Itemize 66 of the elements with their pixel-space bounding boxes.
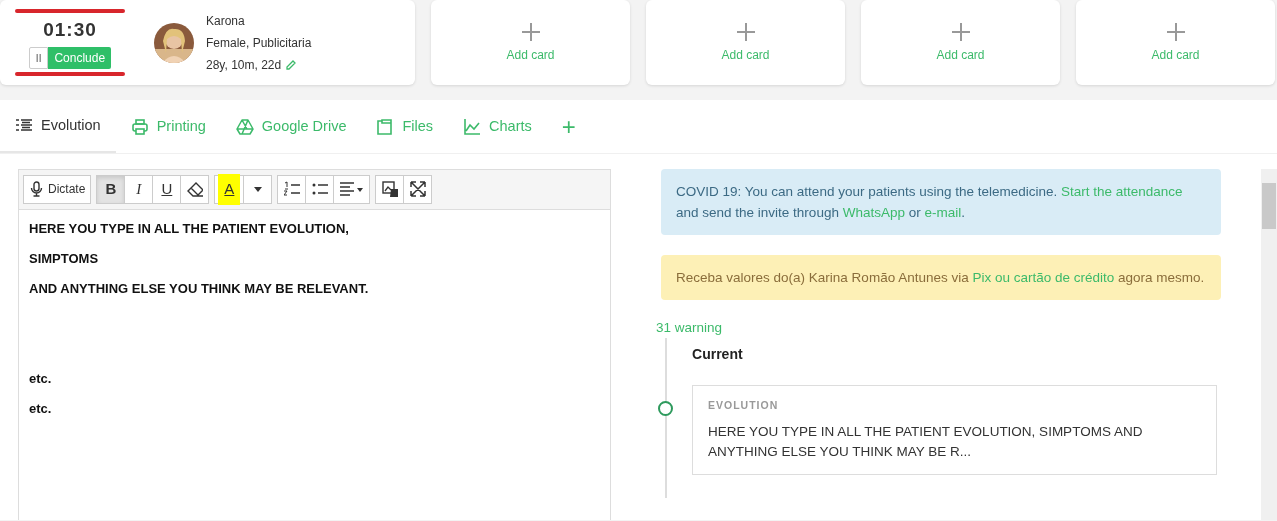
add-card[interactable]: Add card <box>1076 0 1275 85</box>
italic-button[interactable]: I <box>124 174 154 204</box>
align-icon <box>339 181 365 198</box>
align-button[interactable] <box>333 174 371 204</box>
add-card-label: Add card <box>936 46 985 64</box>
underline-button[interactable]: U <box>152 174 182 204</box>
image-button[interactable] <box>375 174 405 204</box>
drive-icon <box>235 117 254 136</box>
add-card[interactable]: Add card <box>431 0 630 85</box>
entry-text: HERE YOU TYPE IN ALL THE PATIENT EVOLUTION, SIMPTOMS AND ANYTHING ELSE YOU THINK MAY BE R... <box>708 422 1144 461</box>
dropdown-button[interactable] <box>243 174 273 204</box>
tab[interactable]: + <box>546 100 591 153</box>
warning-count[interactable]: 31 warning <box>656 317 1235 338</box>
alert-link[interactable]: Start the attendance <box>1061 183 1183 199</box>
chart-icon <box>463 117 482 136</box>
timeline-heading: Current <box>692 345 744 364</box>
fullscreen-icon <box>409 181 426 198</box>
patient-details: Female, Publicitaria <box>206 34 312 52</box>
eraser-icon <box>186 181 203 198</box>
add-card-label: Add card <box>1151 46 1200 64</box>
pause-button[interactable]: II <box>28 47 49 70</box>
caret-icon <box>253 186 262 192</box>
entry-type: EVOLUTION <box>708 398 780 413</box>
fullscreen-button[interactable] <box>403 174 433 204</box>
tab[interactable]: Printing <box>115 100 221 153</box>
plus-icon <box>735 21 756 42</box>
clear-format-button[interactable] <box>180 174 210 204</box>
patient-name: Karona <box>206 12 246 30</box>
editor-line: etc. <box>29 369 53 388</box>
editor-area[interactable]: HERE YOU TYPE IN ALL THE PATIENT EVOLUTION, SIMPTOMS AND ANYTHING ELSE YOU THINK MAY BE RELEVANT. etc. etc. <box>19 209 611 428</box>
tab[interactable]: Charts <box>448 100 547 153</box>
scrollbar-thumb[interactable] <box>1262 182 1277 229</box>
folder-icon <box>376 117 395 136</box>
conclude-button[interactable]: Conclude <box>48 47 112 70</box>
warning-alert: Receba valores do(a) Karina Romão Antunes via Pix ou cartão de crédito agora mesmo. <box>661 254 1222 300</box>
highlight-button[interactable]: A <box>214 174 245 204</box>
printer-icon <box>130 117 149 136</box>
tab[interactable]: Files <box>361 100 449 153</box>
editor-line: SIMPTOMS <box>29 249 100 268</box>
plus-icon <box>950 21 971 42</box>
alert-link[interactable]: WhatsApp <box>842 204 905 220</box>
numbered-list-button[interactable] <box>277 174 307 204</box>
bold-button[interactable]: B <box>96 174 126 204</box>
timeline-node <box>658 401 674 416</box>
timer-text: 01:30 <box>43 17 97 42</box>
plus-icon <box>520 21 541 42</box>
patient-age: 28y, 10m, 22d <box>206 56 282 74</box>
tab[interactable]: Evolution <box>0 100 116 153</box>
add-card[interactable]: Add card <box>861 0 1060 85</box>
editor-line: etc. <box>29 399 53 418</box>
editor-line: HERE YOU TYPE IN ALL THE PATIENT EVOLUTION, <box>29 219 350 238</box>
editor-line: AND ANYTHING ELSE YOU THINK MAY BE RELEVANT. <box>29 279 370 298</box>
info-alert: COVID 19: You can attend your patients using the telemedicine. Start the attendance and send the invite through WhatsApp or e-mail. <box>661 168 1222 235</box>
plus-icon <box>1165 21 1186 42</box>
image-icon <box>381 181 398 198</box>
dictate-button[interactable]: Dictate <box>23 174 92 204</box>
microphone-icon <box>29 181 44 198</box>
add-card-label: Add card <box>506 46 555 64</box>
scrollbar[interactable] <box>1261 168 1277 520</box>
bullet-list-button[interactable] <box>305 174 335 204</box>
pencil-icon <box>285 58 298 71</box>
add-card-label: Add card <box>721 46 770 64</box>
alert-link[interactable]: Pix ou cartão de crédito <box>972 269 1115 285</box>
numbered-list-icon <box>283 181 300 198</box>
add-card[interactable]: Add card <box>646 0 845 85</box>
tab[interactable]: Google Drive <box>220 100 362 153</box>
